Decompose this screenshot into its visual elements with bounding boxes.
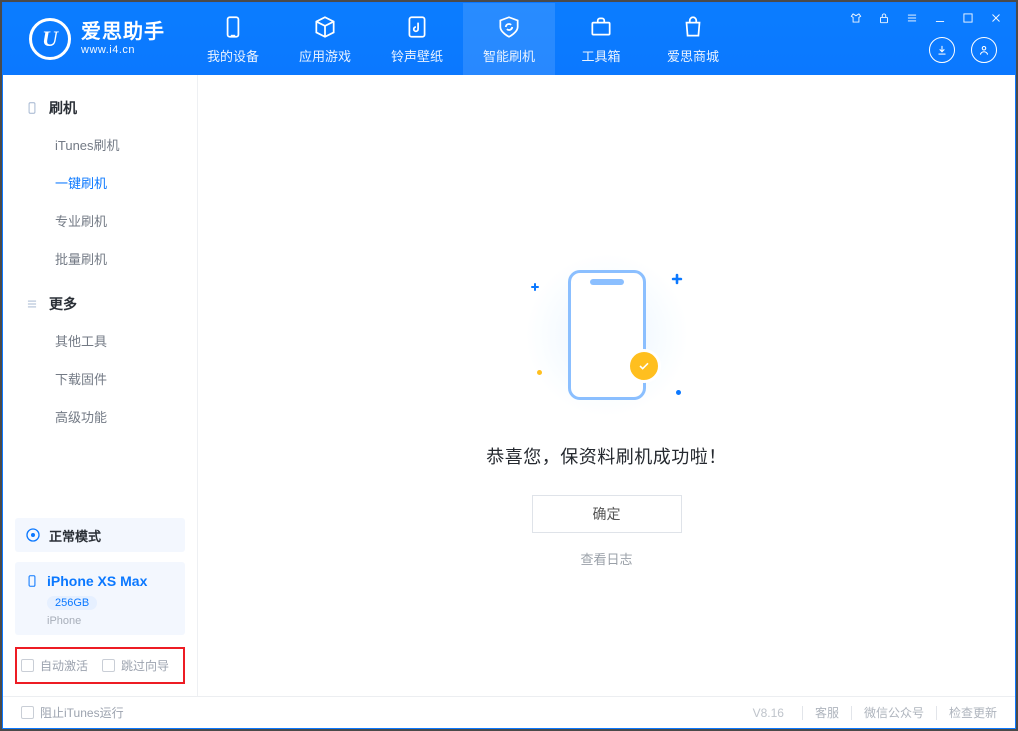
window-controls bbox=[847, 9, 1005, 27]
tab-label: 应用游戏 bbox=[299, 46, 351, 65]
footer-link-wechat[interactable]: 微信公众号 bbox=[864, 704, 924, 721]
phone-outline-icon bbox=[568, 270, 646, 400]
tab-toolbox[interactable]: 工具箱 bbox=[555, 3, 647, 75]
list-icon bbox=[25, 297, 39, 311]
phone-icon bbox=[220, 14, 246, 40]
sidebar-group-title: 刷机 bbox=[49, 98, 77, 118]
device-name: iPhone XS Max bbox=[47, 573, 147, 589]
sidebar: 刷机 iTunes刷机 一键刷机 专业刷机 批量刷机 更多 其他工具 下载固件 … bbox=[3, 75, 198, 696]
menu-icon[interactable] bbox=[903, 9, 921, 27]
checkmark-badge-icon bbox=[627, 349, 661, 383]
lock-icon[interactable] bbox=[875, 9, 893, 27]
tab-store[interactable]: 爱思商城 bbox=[647, 3, 739, 75]
ok-button[interactable]: 确定 bbox=[532, 495, 682, 533]
success-panel: 恭喜您，保资料刷机成功啦！ 确定 查看日志 bbox=[427, 245, 787, 568]
checkbox-label: 跳过向导 bbox=[121, 657, 169, 674]
footer-link-support[interactable]: 客服 bbox=[815, 704, 839, 721]
sidebar-item-advanced[interactable]: 高级功能 bbox=[3, 399, 197, 437]
checkbox-icon bbox=[21, 659, 34, 672]
shirt-icon[interactable] bbox=[847, 9, 865, 27]
sidebar-group-more: 更多 bbox=[3, 285, 197, 323]
logo-title: 爱思助手 bbox=[81, 21, 165, 44]
tab-label: 我的设备 bbox=[207, 46, 259, 65]
checkbox-icon bbox=[21, 706, 34, 719]
body: 刷机 iTunes刷机 一键刷机 专业刷机 批量刷机 更多 其他工具 下载固件 … bbox=[3, 75, 1015, 696]
logo-url: www.i4.cn bbox=[81, 44, 165, 57]
tab-label: 智能刷机 bbox=[483, 46, 535, 65]
tab-my-device[interactable]: 我的设备 bbox=[187, 3, 279, 75]
checkbox-label: 自动激活 bbox=[40, 657, 88, 674]
dot-icon bbox=[537, 370, 542, 375]
sidebar-item-batch-flash[interactable]: 批量刷机 bbox=[3, 241, 197, 279]
main-content: 恭喜您，保资料刷机成功啦！ 确定 查看日志 bbox=[198, 75, 1015, 696]
music-file-icon bbox=[404, 14, 430, 40]
sidebar-item-download-firmware[interactable]: 下载固件 bbox=[3, 361, 197, 399]
sparkle-icon bbox=[531, 283, 539, 291]
refresh-shield-icon bbox=[496, 14, 522, 40]
sidebar-group-title: 更多 bbox=[49, 294, 77, 314]
version-label: V8.16 bbox=[753, 706, 784, 720]
header: U 爱思助手 www.i4.cn 我的设备 应用游戏 铃声壁纸 智能刷机 bbox=[3, 3, 1015, 75]
sidebar-bottom: 正常模式 iPhone XS Max 256GB iPhone 自动激活 bbox=[3, 518, 197, 696]
maximize-icon[interactable] bbox=[959, 9, 977, 27]
sidebar-item-one-click-flash[interactable]: 一键刷机 bbox=[3, 165, 197, 203]
sidebar-options-highlight: 自动激活 跳过向导 bbox=[15, 647, 185, 684]
sidebar-item-other-tools[interactable]: 其他工具 bbox=[3, 323, 197, 361]
footer-link-check-update[interactable]: 检查更新 bbox=[949, 704, 997, 721]
bag-icon bbox=[680, 14, 706, 40]
briefcase-icon bbox=[588, 14, 614, 40]
checkbox-label: 阻止iTunes运行 bbox=[40, 704, 124, 721]
user-icon[interactable] bbox=[971, 37, 997, 63]
dot-icon bbox=[676, 390, 681, 395]
sidebar-item-itunes-flash[interactable]: iTunes刷机 bbox=[3, 127, 197, 165]
sidebar-item-pro-flash[interactable]: 专业刷机 bbox=[3, 203, 197, 241]
close-icon[interactable] bbox=[987, 9, 1005, 27]
device-card[interactable]: iPhone XS Max 256GB iPhone bbox=[15, 562, 185, 635]
sync-icon bbox=[25, 527, 41, 543]
success-illustration bbox=[497, 245, 717, 425]
tab-label: 爱思商城 bbox=[667, 46, 719, 65]
success-message: 恭喜您，保资料刷机成功啦！ bbox=[486, 443, 727, 469]
nav-tabs: 我的设备 应用游戏 铃声壁纸 智能刷机 工具箱 爱思商城 bbox=[187, 3, 739, 75]
sparkle-icon bbox=[671, 274, 681, 284]
tab-smart-flash[interactable]: 智能刷机 bbox=[463, 3, 555, 75]
footer: 阻止iTunes运行 V8.16 客服 微信公众号 检查更新 bbox=[3, 696, 1015, 728]
header-right-icons bbox=[929, 37, 997, 63]
mode-status-label: 正常模式 bbox=[49, 526, 101, 545]
download-icon[interactable] bbox=[929, 37, 955, 63]
app-logo: U 爱思助手 www.i4.cn bbox=[3, 3, 187, 75]
tab-ringtone-wallpaper[interactable]: 铃声壁纸 bbox=[371, 3, 463, 75]
mode-status[interactable]: 正常模式 bbox=[15, 518, 185, 552]
app-window: U 爱思助手 www.i4.cn 我的设备 应用游戏 铃声壁纸 智能刷机 bbox=[2, 2, 1016, 729]
device-icon bbox=[25, 572, 39, 590]
cube-icon bbox=[312, 14, 338, 40]
tab-label: 铃声壁纸 bbox=[391, 46, 443, 65]
checkbox-icon bbox=[102, 659, 115, 672]
view-log-link[interactable]: 查看日志 bbox=[580, 549, 632, 568]
checkbox-auto-activate[interactable]: 自动激活 bbox=[21, 657, 88, 674]
tab-label: 工具箱 bbox=[581, 46, 620, 65]
device-type: iPhone bbox=[47, 615, 175, 627]
checkbox-block-itunes[interactable]: 阻止iTunes运行 bbox=[21, 704, 124, 721]
sidebar-group-flash: 刷机 bbox=[3, 89, 197, 127]
checkbox-skip-guide[interactable]: 跳过向导 bbox=[102, 657, 169, 674]
minimize-icon[interactable] bbox=[931, 9, 949, 27]
logo-icon: U bbox=[29, 18, 71, 60]
device-storage: 256GB bbox=[47, 596, 97, 610]
tab-apps-games[interactable]: 应用游戏 bbox=[279, 3, 371, 75]
phone-icon bbox=[25, 101, 39, 115]
